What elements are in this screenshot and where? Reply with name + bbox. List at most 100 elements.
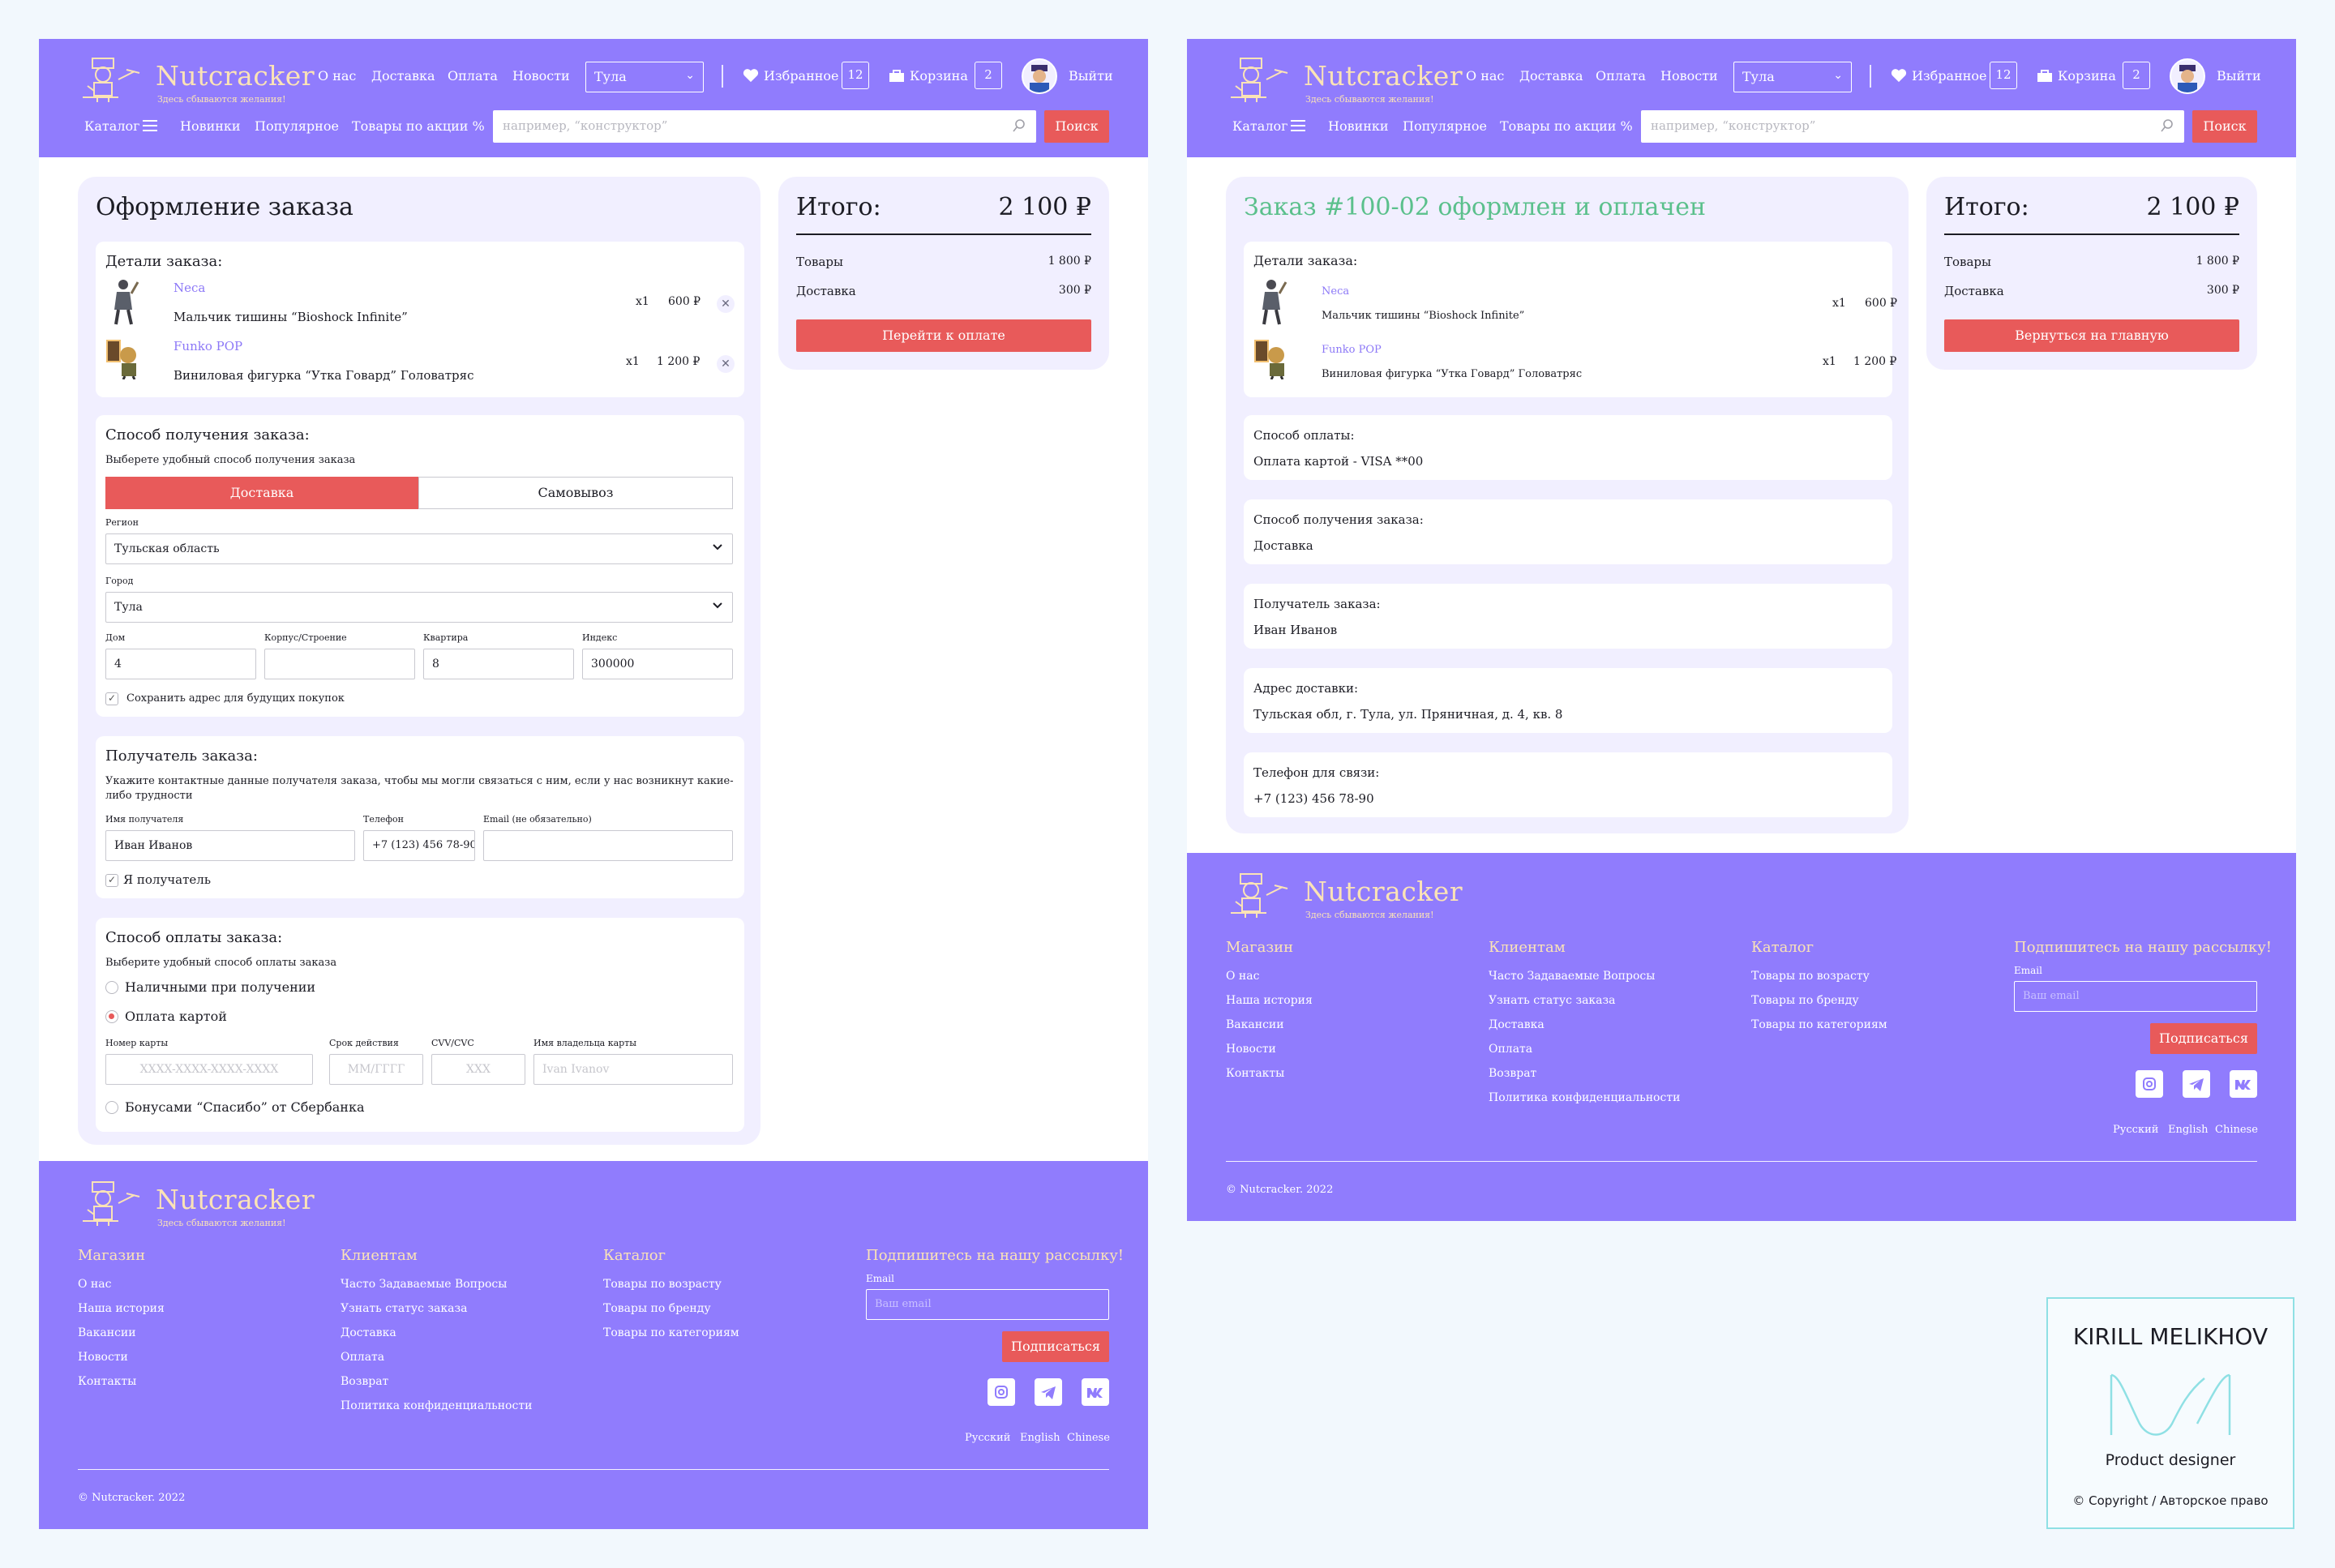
nav-payment[interactable]: Оплата	[448, 68, 498, 84]
menu-icon[interactable]	[1291, 120, 1305, 131]
index-input[interactable]: 300000	[582, 649, 733, 679]
instagram-icon[interactable]	[988, 1378, 1015, 1406]
item-brand[interactable]: Funko POP	[174, 339, 242, 353]
search-button[interactable]: Поиск	[2192, 110, 2257, 143]
menu-icon[interactable]	[143, 120, 157, 131]
region-select[interactable]: Тульская область	[105, 533, 733, 564]
building-input[interactable]	[264, 649, 415, 679]
subscribe-button[interactable]: Подписаться	[1002, 1331, 1109, 1362]
subscribe-email-input[interactable]: Ваш email	[2014, 981, 2257, 1012]
footer-link[interactable]: Узнать статус заказа	[1489, 994, 1616, 1007]
telegram-icon[interactable]	[2183, 1070, 2210, 1098]
subnav-new[interactable]: Новинки	[180, 118, 241, 134]
lang-cn[interactable]: Chinese	[2215, 1124, 2258, 1136]
remove-item-button[interactable]: ✕	[717, 295, 735, 313]
instagram-icon[interactable]	[2136, 1070, 2163, 1098]
logout-link[interactable]: Выйти	[2217, 68, 2261, 84]
nav-delivery[interactable]: Доставка	[1519, 68, 1583, 84]
heart-icon[interactable]	[1891, 68, 1907, 83]
subnav-popular[interactable]: Популярное	[1403, 118, 1487, 134]
site-logo[interactable]: Nutcracker Здесь сбываются желания!	[1227, 55, 1471, 105]
nav-news[interactable]: Новости	[1660, 68, 1718, 84]
item-name[interactable]: Виниловая фигурка “Утка Говард” Головатр…	[1322, 368, 1582, 380]
city-select[interactable]: Тула ⌄	[585, 62, 704, 92]
cart-link[interactable]: Корзина	[2058, 68, 2116, 84]
telegram-icon[interactable]	[1035, 1378, 1062, 1406]
footer-link[interactable]: Возврат	[341, 1375, 388, 1388]
footer-link[interactable]: Товары по возрасту	[1751, 970, 1870, 983]
vk-icon[interactable]	[2230, 1070, 2257, 1098]
delivery-option-button[interactable]: Доставка	[105, 477, 418, 509]
footer-link[interactable]: Возврат	[1489, 1067, 1536, 1080]
subnav-sale[interactable]: Товары по акции %	[352, 118, 485, 134]
card-radio[interactable]	[105, 1010, 118, 1023]
item-brand[interactable]: Funko POP	[1322, 344, 1382, 356]
subscribe-email-input[interactable]: Ваш email	[866, 1289, 1109, 1320]
footer-link[interactable]: Вакансии	[78, 1326, 136, 1339]
footer-link[interactable]: Наша история	[1226, 994, 1313, 1007]
footer-link[interactable]: Новости	[1226, 1043, 1276, 1056]
subscribe-button[interactable]: Подписаться	[2150, 1023, 2257, 1054]
lang-ru[interactable]: Русский	[2113, 1124, 2158, 1136]
footer-link[interactable]: Доставка	[1489, 1018, 1545, 1031]
search-button[interactable]: Поиск	[1044, 110, 1109, 143]
cart-link[interactable]: Корзина	[910, 68, 968, 84]
self-recipient-checkbox[interactable]: ✓	[105, 874, 118, 887]
site-logo[interactable]: Nutcracker Здесь сбываются желания!	[79, 55, 323, 105]
user-avatar[interactable]	[1022, 58, 1057, 94]
footer-link[interactable]: Товары по категориям	[1751, 1018, 1887, 1031]
footer-link[interactable]: Товары по бренду	[1751, 994, 1859, 1007]
item-name[interactable]: Мальчик тишины “Bioshock Infinite”	[1322, 310, 1524, 322]
lang-en[interactable]: English	[1020, 1432, 1060, 1444]
catalog-menu[interactable]: Каталог	[1232, 118, 1288, 134]
catalog-menu[interactable]: Каталог	[84, 118, 140, 134]
item-name[interactable]: Мальчик тишины “Bioshock Infinite”	[174, 310, 408, 324]
subnav-sale[interactable]: Товары по акции %	[1500, 118, 1633, 134]
city-select[interactable]: Тула ⌄	[1733, 62, 1852, 92]
footer-link[interactable]: Товары по бренду	[603, 1302, 711, 1315]
cart-icon[interactable]	[2037, 70, 2053, 83]
lang-ru[interactable]: Русский	[965, 1432, 1010, 1444]
search-input[interactable]: например, “конструктор”	[493, 110, 1036, 143]
flat-input[interactable]: 8	[423, 649, 574, 679]
bonus-radio[interactable]	[105, 1101, 118, 1114]
pay-button[interactable]: Перейти к оплате	[796, 319, 1091, 352]
vk-icon[interactable]	[1082, 1378, 1109, 1406]
cvv-input[interactable]: XXX	[431, 1054, 525, 1085]
lang-cn[interactable]: Chinese	[1067, 1432, 1110, 1444]
footer-link[interactable]: Доставка	[341, 1326, 396, 1339]
recipient-phone-input[interactable]: +7 (123) 456 78-90	[363, 830, 475, 861]
footer-link[interactable]: О нас	[1226, 970, 1259, 983]
footer-link[interactable]: Контакты	[1226, 1067, 1284, 1080]
footer-link[interactable]: Часто Задаваемые Вопросы	[341, 1278, 507, 1291]
save-address-checkbox[interactable]: ✓	[105, 692, 118, 705]
footer-link[interactable]: Наша история	[78, 1302, 165, 1315]
subnav-popular[interactable]: Популярное	[255, 118, 339, 134]
heart-icon[interactable]	[743, 68, 759, 83]
nav-about[interactable]: О нас	[318, 68, 356, 84]
cart-icon[interactable]	[889, 70, 905, 83]
footer-link[interactable]: Оплата	[1489, 1043, 1532, 1056]
expiry-input[interactable]: ММ/ГГГГ	[329, 1054, 423, 1085]
home-button[interactable]: Вернуться на главную	[1944, 319, 2239, 352]
footer-link[interactable]: Часто Задаваемые Вопросы	[1489, 970, 1655, 983]
lang-en[interactable]: English	[2168, 1124, 2209, 1136]
nav-about[interactable]: О нас	[1466, 68, 1504, 84]
cash-radio[interactable]	[105, 981, 118, 994]
footer-logo[interactable]: Nutcracker Здесь сбываются желания!	[1227, 871, 1471, 920]
house-input[interactable]: 4	[105, 649, 256, 679]
city-field-select[interactable]: Тула	[105, 592, 733, 623]
pickup-option-button[interactable]: Самовывоз	[418, 477, 733, 509]
footer-link[interactable]: Новости	[78, 1351, 128, 1364]
footer-link[interactable]: Оплата	[341, 1351, 384, 1364]
nav-payment[interactable]: Оплата	[1596, 68, 1646, 84]
footer-link[interactable]: Товары по возрасту	[603, 1278, 722, 1291]
nav-news[interactable]: Новости	[512, 68, 570, 84]
user-avatar[interactable]	[2170, 58, 2205, 94]
footer-link[interactable]: Вакансии	[1226, 1018, 1284, 1031]
search-icon[interactable]	[1012, 118, 1026, 133]
search-input[interactable]: например, “конструктор”	[1641, 110, 2184, 143]
card-holder-input[interactable]: Ivan Ivanov	[533, 1054, 733, 1085]
item-name[interactable]: Виниловая фигурка “Утка Говард” Головатр…	[174, 368, 474, 383]
card-number-input[interactable]: XXXX-XXXX-XXXX-XXXX	[105, 1054, 313, 1085]
